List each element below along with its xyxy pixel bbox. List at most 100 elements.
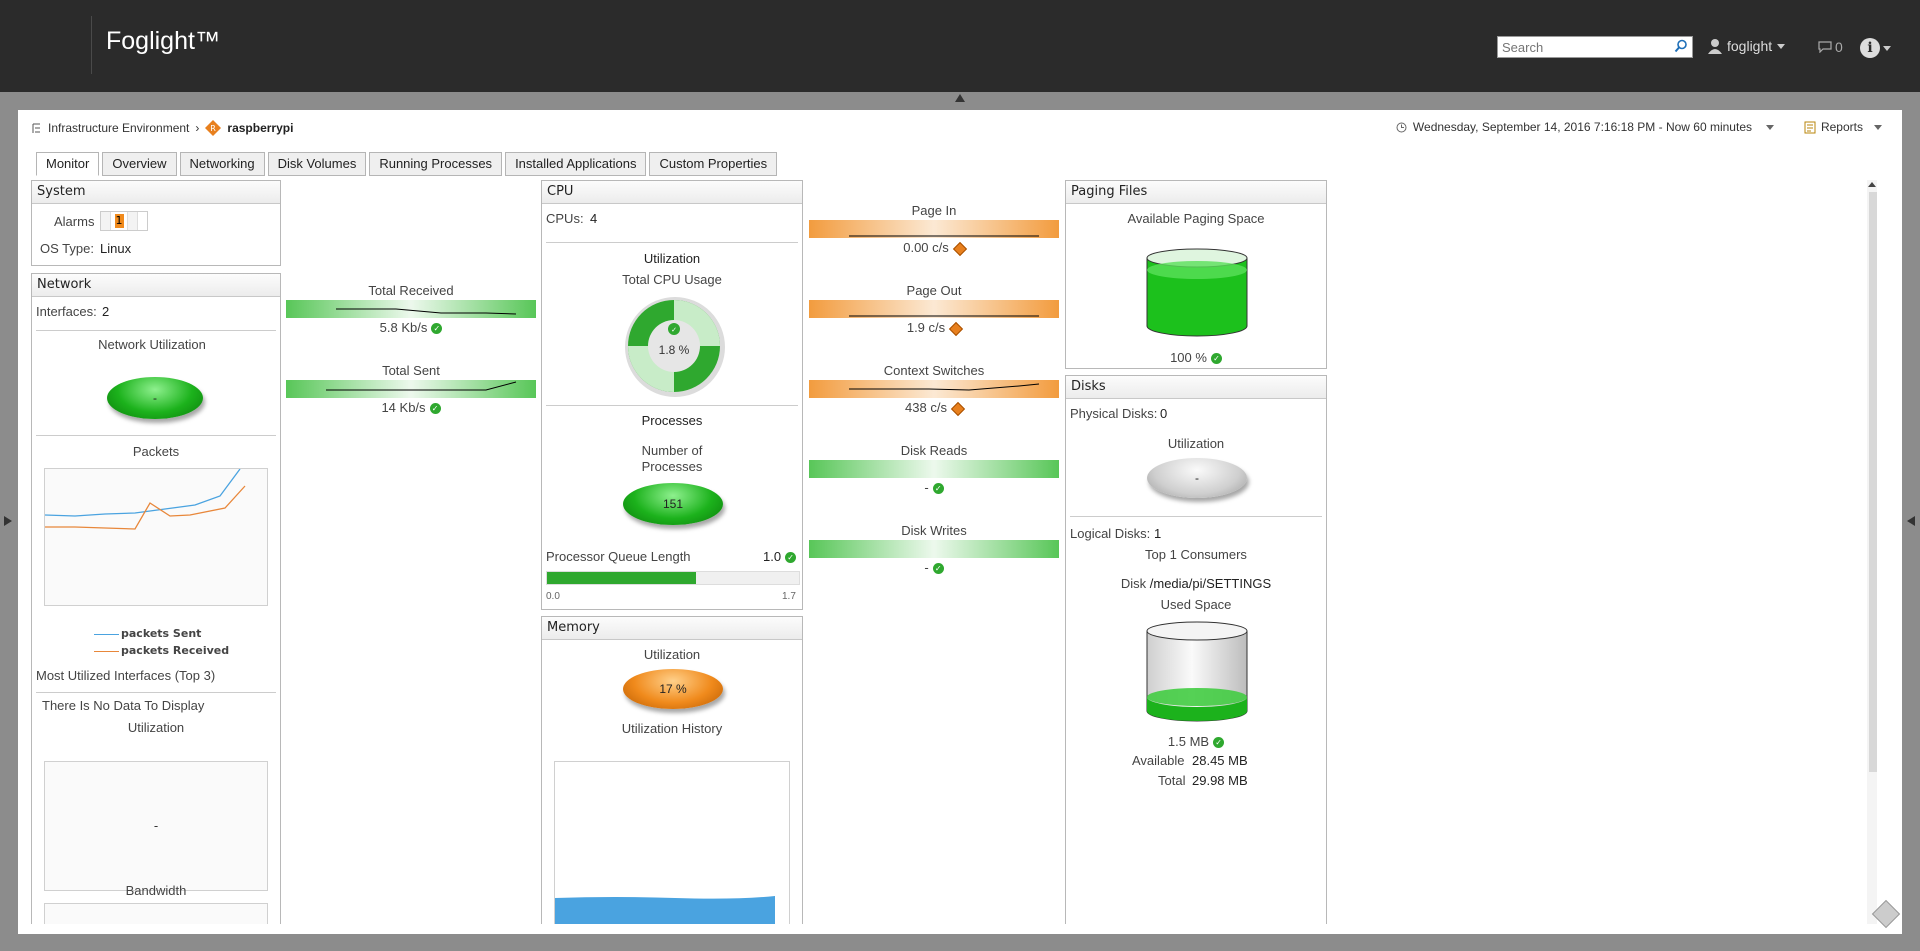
divider (36, 435, 276, 436)
tab-installed-applications[interactable]: Installed Applications (505, 152, 647, 176)
expand-right-panel-icon[interactable] (1907, 516, 1915, 526)
used-space-value: 1.5 MB ✓ (1066, 734, 1326, 749)
search-box[interactable] (1497, 36, 1693, 58)
clock-icon (1396, 122, 1407, 132)
network-utilization-gauge[interactable]: - (107, 377, 203, 419)
breadcrumb-parent[interactable]: Infrastructure Environment (48, 121, 189, 135)
gauge-value: - (153, 391, 157, 405)
alarm-counters[interactable]: 1 (100, 211, 148, 231)
help-menu[interactable]: i (1860, 38, 1891, 58)
user-menu[interactable]: foglight (1708, 38, 1786, 54)
no-data-text: There Is No Data To Display (42, 698, 205, 713)
alarms-label: Alarms (54, 214, 95, 229)
context-switches-sparkline[interactable] (809, 380, 1059, 398)
memory-utilization-gauge[interactable]: 17 % (623, 669, 723, 709)
cpus-label: CPUs: (546, 211, 584, 226)
messages-button[interactable]: 0 (1818, 39, 1843, 55)
search-icon[interactable] (1674, 39, 1688, 57)
total-cpu-usage-gauge[interactable]: ✓ 1.8 % (623, 295, 727, 399)
disk-reads-value: - ✓ (809, 480, 1059, 495)
scroll-up-icon[interactable] (1868, 182, 1876, 187)
divider (91, 16, 92, 74)
vertical-scrollbar[interactable] (1867, 180, 1877, 924)
svg-text:✓: ✓ (671, 326, 677, 334)
memory-utilization-label: Utilization (643, 647, 701, 662)
divider (1070, 516, 1322, 517)
total-sent-sparkline[interactable] (286, 380, 536, 398)
time-range-selector[interactable]: Wednesday, September 14, 2016 7:16:18 PM… (1396, 120, 1774, 134)
total-received-sparkline[interactable] (286, 300, 536, 318)
tab-monitor[interactable]: Monitor (36, 152, 100, 176)
available-paging-label: Available Paging Space (1127, 211, 1265, 226)
chevron-down-icon (1777, 43, 1786, 49)
utilization-chart[interactable]: - (44, 761, 268, 891)
processor-queue-bar[interactable] (546, 571, 800, 585)
tab-running-processes[interactable]: Running Processes (369, 152, 503, 176)
legend-item-sent: packets Sent (94, 625, 229, 642)
username: foglight (1727, 38, 1773, 54)
bandwidth-chart[interactable] (44, 903, 268, 924)
packets-legend: packets Sent packets Received (94, 625, 229, 659)
user-icon (1708, 39, 1722, 54)
expand-left-panel-icon[interactable] (4, 516, 12, 526)
tab-overview[interactable]: Overview (102, 152, 177, 176)
total-space-value: 29.98 MB (1192, 773, 1248, 788)
alarm-info-count[interactable] (137, 212, 147, 230)
paging-files-panel: Paging Files Available Paging Space 100 … (1065, 180, 1327, 369)
alarm-critical-count[interactable]: 1 (111, 212, 127, 230)
divider (546, 405, 798, 406)
ok-status-icon: ✓ (785, 552, 797, 564)
chevron-right-icon: › (195, 121, 200, 135)
ok-status-icon: ✓ (431, 323, 443, 335)
report-icon (1804, 121, 1816, 133)
main-panel: Infrastructure Environment › R raspberry… (18, 110, 1902, 934)
interfaces-label: Interfaces: (36, 304, 97, 319)
page-out-sparkline[interactable] (809, 300, 1059, 318)
logical-disks-value: 1 (1154, 526, 1162, 541)
disk-writes-label: Disk Writes (901, 523, 967, 538)
scrollbar-thumb[interactable] (1869, 192, 1877, 772)
breadcrumb: Infrastructure Environment › R raspberry… (32, 120, 293, 136)
info-icon: i (1860, 38, 1880, 58)
packets-received-line (45, 485, 246, 530)
disk-writes-sparkline[interactable] (809, 540, 1059, 558)
context-switches-label: Context Switches (883, 363, 985, 378)
alarm-warning-count[interactable] (127, 212, 137, 230)
disk-reads-sparkline[interactable] (809, 460, 1059, 478)
memory-history-area (555, 896, 775, 924)
alarm-fatal-count[interactable] (101, 212, 111, 230)
svg-text:1.8 %: 1.8 % (659, 343, 690, 357)
paging-space-cylinder[interactable] (1145, 248, 1249, 338)
available-space-value: 28.45 MB (1192, 753, 1248, 768)
tab-custom-properties[interactable]: Custom Properties (649, 152, 778, 176)
total-received-value: 5.8 Kb/s ✓ (286, 320, 536, 335)
disk-utilization-gauge[interactable]: - (1147, 458, 1247, 498)
app-brand[interactable]: Foglight™ (106, 27, 220, 56)
warning-status-icon (950, 401, 966, 416)
queue-min: 0.0 (546, 591, 560, 602)
tab-disk-volumes[interactable]: Disk Volumes (267, 152, 367, 176)
panel-title: Paging Files (1066, 181, 1326, 204)
top-bar: Foglight™ foglight 0 i (0, 0, 1920, 92)
reports-menu[interactable]: Reports (1804, 120, 1882, 134)
used-space-cylinder[interactable] (1145, 619, 1249, 723)
number-of-processes-gauge[interactable]: 151 (623, 483, 723, 525)
packets-chart[interactable] (44, 468, 268, 606)
collapse-header-arrow-icon[interactable] (955, 94, 965, 102)
chevron-down-icon (1766, 124, 1774, 130)
os-type-value: Linux (100, 241, 132, 256)
network-utilization-label: Network Utilization (98, 337, 206, 352)
page-in-sparkline[interactable] (809, 220, 1059, 238)
processor-queue-value: 1.0 ✓ (763, 549, 797, 564)
cpu-panel: CPU CPUs: 4 Utilization Total CPU Usage … (541, 180, 803, 610)
page-out-label: Page Out (906, 283, 962, 298)
logical-disks-label: Logical Disks: (1070, 526, 1151, 541)
utilization-history-chart[interactable] (554, 761, 790, 924)
packets-label: Packets (132, 444, 180, 459)
search-input[interactable] (1498, 37, 1666, 57)
breadcrumb-current: raspberrypi (227, 121, 294, 135)
total-cpu-usage-label: Total CPU Usage (622, 272, 722, 287)
tab-networking[interactable]: Networking (179, 152, 265, 176)
queue-max: 1.7 (782, 591, 796, 602)
system-panel: System Alarms 1 OS Type: Linux (31, 180, 281, 266)
